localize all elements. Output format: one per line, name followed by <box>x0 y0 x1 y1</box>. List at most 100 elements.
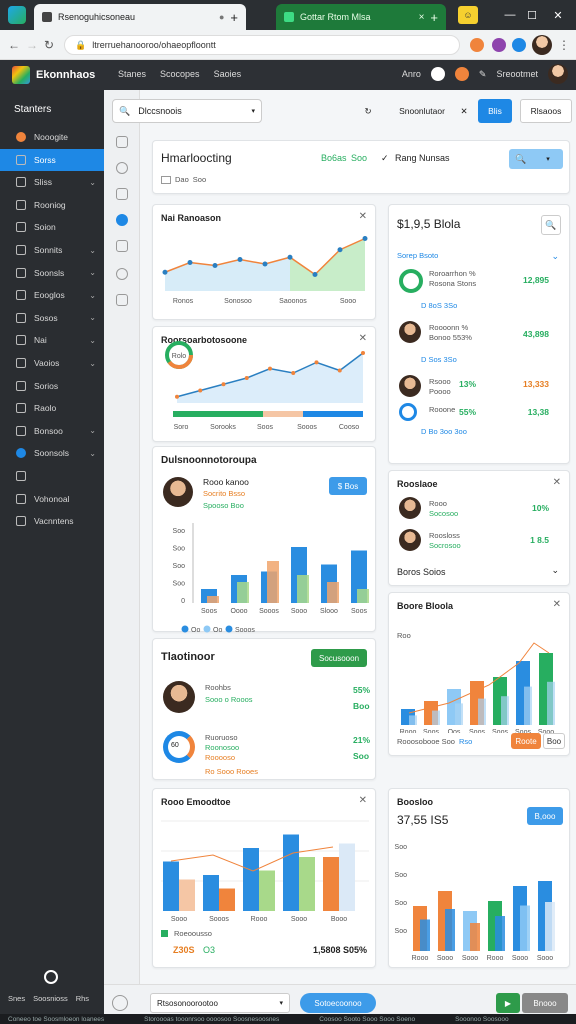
reload-icon[interactable]: ↻ <box>44 38 54 52</box>
back-icon[interactable]: ← <box>8 38 20 52</box>
rail-doc-icon[interactable] <box>116 240 128 252</box>
brand[interactable]: Ekonnhaos <box>12 66 95 84</box>
close-filter-icon[interactable]: ✕ <box>456 99 472 123</box>
chip[interactable]: Soo <box>193 175 206 184</box>
chevron-down-icon[interactable]: ⌄ <box>89 449 96 458</box>
rail-clock2-icon[interactable] <box>116 268 128 280</box>
footer-button[interactable]: Boo <box>543 733 565 749</box>
top-link[interactable]: Anro <box>402 69 421 79</box>
footer-button[interactable]: Roote <box>511 733 541 749</box>
new-tab-icon[interactable]: + <box>230 10 238 25</box>
rail-clock-icon[interactable] <box>116 162 128 174</box>
extension-icon[interactable] <box>470 38 484 52</box>
sidebar-item[interactable]: Sonnits ⌄ <box>0 239 104 261</box>
sidebar-item[interactable] <box>0 465 104 487</box>
user-avatar[interactable] <box>548 64 568 84</box>
footer-link[interactable]: Soosnioss <box>33 994 68 1003</box>
help-circle-icon[interactable] <box>44 970 58 984</box>
top-nav-item[interactable]: Saoies <box>214 69 242 79</box>
sidebar-item[interactable]: Eooglos ⌄ <box>0 284 104 306</box>
header-link[interactable]: Rang Nunsas <box>395 153 450 163</box>
sidebar-item[interactable]: Vaoios ⌄ <box>0 352 104 374</box>
sidebar-item[interactable]: Nooogite <box>0 126 104 148</box>
edit-icon[interactable]: ✎ <box>479 69 487 80</box>
sidebar-item[interactable]: Bonsoo ⌄ <box>0 420 104 442</box>
sidebar-item[interactable]: Soonsols ⌄ <box>0 442 104 464</box>
extension-icon[interactable] <box>512 38 526 52</box>
close-icon[interactable]: ✕ <box>553 599 561 610</box>
browser-avatar[interactable] <box>532 35 552 55</box>
card-title: Rooo Emoodtoe <box>161 797 231 807</box>
new-tab-icon[interactable]: + <box>430 10 438 25</box>
sidebar-item[interactable]: Sosos ⌄ <box>0 307 104 329</box>
play-icon[interactable]: ▶ <box>496 993 520 1013</box>
stats-row[interactable]: Roroarrhon % Rosona Stons 12,895 D 8oS 3So <box>389 265 571 315</box>
profile-icon[interactable]: ☺ <box>458 6 478 24</box>
chevron-down-icon[interactable]: ⌄ <box>89 359 96 368</box>
bottom-input[interactable]: Rtsosonoorootoo ▾ <box>150 993 290 1013</box>
stats-row[interactable]: Rooone 55% 13,38 D Bo 3oo 3oo <box>389 401 571 451</box>
rail-home-icon[interactable] <box>116 136 128 148</box>
rail-folder-icon[interactable] <box>116 188 128 200</box>
top-nav-item[interactable]: Stanes <box>118 69 146 79</box>
sidebar-item[interactable]: Sorios <box>0 375 104 397</box>
tasks-button[interactable]: Socusooon <box>311 649 367 667</box>
tab-close-icon[interactable]: × <box>419 12 425 23</box>
footer-link[interactable]: Snes <box>8 994 25 1003</box>
chip[interactable]: Dao <box>175 175 189 184</box>
chevron-down-icon[interactable]: ⌄ <box>89 246 96 255</box>
chevron-down-icon[interactable]: ⌄ <box>551 565 559 576</box>
chevron-down-icon[interactable]: ⌄ <box>89 291 96 300</box>
chevron-down-icon[interactable]: ⌄ <box>89 268 96 277</box>
chevron-down-icon[interactable]: ⌄ <box>551 251 559 262</box>
secondary-button[interactable]: Rlsaoos <box>520 99 572 123</box>
extension-icon[interactable] <box>492 38 506 52</box>
team-footer[interactable]: Boros Soios <box>397 567 446 577</box>
url-field[interactable]: 🔒 ltrerruehanooroo/ohaeopfloontt <box>64 35 460 55</box>
refresh-icon[interactable]: ↻ <box>360 99 376 123</box>
close-icon[interactable]: ✕ <box>553 477 561 488</box>
tab-close-icon[interactable]: ● <box>219 12 224 22</box>
notification-icon[interactable] <box>454 67 469 81</box>
search-icon[interactable]: 🔍 <box>541 215 561 235</box>
sidebar-item[interactable]: Sorss <box>0 148 104 171</box>
chevron-down-icon[interactable]: ⌄ <box>89 336 96 345</box>
settings-icon[interactable] <box>112 995 128 1011</box>
filter-toolbar: 🔍 Dlccsnoois ▾ ↻ Snoonlutaor ✕ Blis Rlsa… <box>112 96 572 126</box>
help-icon[interactable] <box>430 67 445 81</box>
user-name[interactable]: Sreootmet <box>496 69 538 79</box>
chevron-down-icon[interactable]: ⌄ <box>89 313 96 322</box>
sidebar-item[interactable]: Nai ⌄ <box>0 329 104 351</box>
chevron-down-icon[interactable]: ⌄ <box>89 426 96 435</box>
browser-tab-active[interactable]: Rsenoguhicsoneau ● + <box>34 4 246 30</box>
stats-row[interactable]: Roooonn % Bonoo 553% 43,898 D Sos 3So <box>389 319 571 369</box>
close-icon[interactable]: ✕ <box>359 795 367 806</box>
top-nav-item[interactable]: Scocopes <box>160 69 200 79</box>
sidebar-item[interactable]: Sliss ⌄ <box>0 171 104 193</box>
footer-link[interactable]: Rhs <box>76 994 89 1003</box>
sidebar-item[interactable]: Vacnntens <box>0 510 104 532</box>
sidebar-item[interactable]: Soion <box>0 216 104 238</box>
bar <box>219 888 235 911</box>
sidebar-item[interactable]: Vohonoal <box>0 488 104 510</box>
primary-button[interactable]: Blis <box>478 99 512 123</box>
sidebar-item[interactable]: Raolo <box>0 397 104 419</box>
rail-grid-icon[interactable] <box>116 294 128 306</box>
bottom-go-button[interactable]: Bnooo <box>522 993 568 1013</box>
sidebar-item[interactable]: Rooniog <box>0 194 104 216</box>
browser-menu-icon[interactable]: ⋮ <box>558 38 570 52</box>
action-button[interactable]: $ Bos <box>329 477 367 495</box>
search-input[interactable]: 🔍 Dlccsnoois ▾ <box>112 99 262 123</box>
bar-chart-3: Rooo Soos Oos Soos Soos Soos Sooo <box>400 642 555 733</box>
sidebar-item[interactable]: Soonsls ⌄ <box>0 262 104 284</box>
card-button[interactable]: B,ooo <box>527 807 563 825</box>
header-search-button[interactable]: 🔍 ▾ <box>509 149 563 169</box>
filter-label[interactable]: Snoonlutaor <box>392 99 452 123</box>
close-window-icon[interactable]: ✕ <box>540 0 576 30</box>
bottom-button[interactable]: Sotoecoonoo <box>300 993 376 1013</box>
sidebar-item-label: Soonsols <box>34 448 69 459</box>
rail-info-icon[interactable] <box>116 214 128 226</box>
browser-tab-second[interactable]: Gottar Rtom Mlsa × + <box>276 4 446 30</box>
forward-icon[interactable]: → <box>26 38 38 52</box>
chevron-down-icon[interactable]: ⌄ <box>89 178 96 187</box>
